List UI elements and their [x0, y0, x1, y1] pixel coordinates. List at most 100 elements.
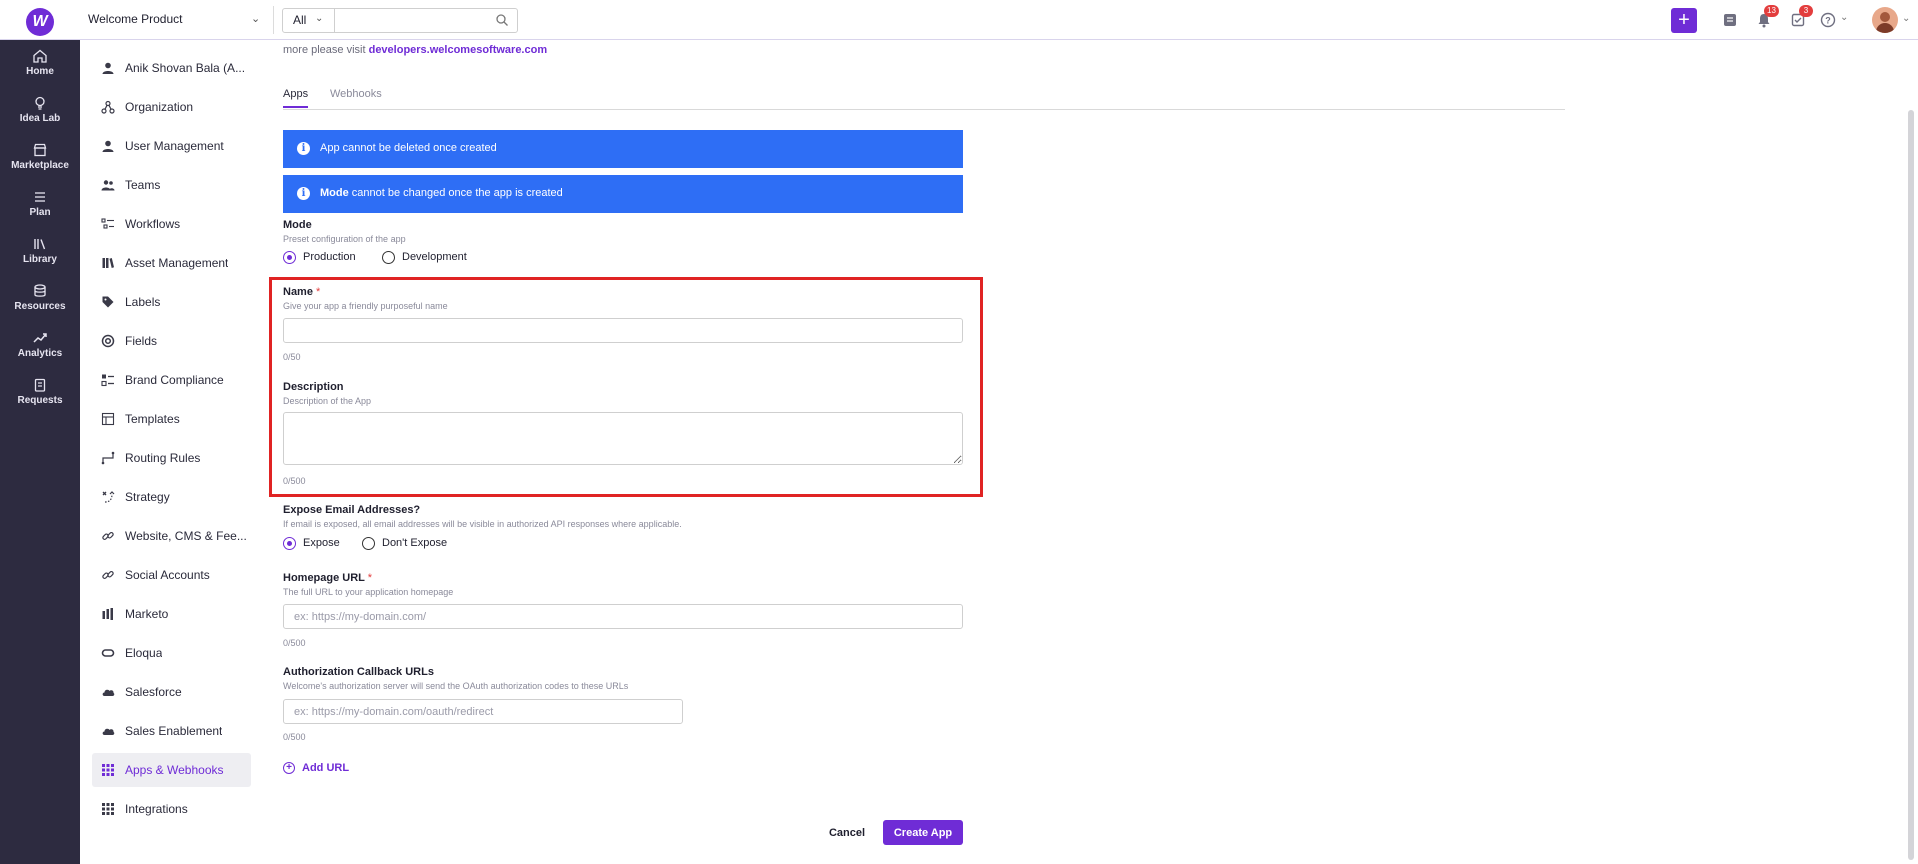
sidebar-item-label: Templates [125, 412, 180, 426]
sidebar-item-brand-compliance[interactable]: Brand Compliance [92, 363, 251, 397]
create-new-button[interactable]: + [1671, 8, 1697, 33]
create-app-button[interactable]: Create App [883, 820, 963, 845]
callback-url-input[interactable] [283, 699, 683, 724]
homepage-url-label-text: Homepage URL [283, 572, 365, 584]
sidebar-item-workflows[interactable]: Workflows [92, 207, 251, 241]
sidebar-item-fields[interactable]: Fields [92, 324, 251, 358]
tasks-badge: 3 [1799, 5, 1813, 17]
chevron-down-icon[interactable]: ⌄ [251, 12, 260, 25]
name-input[interactable] [283, 318, 963, 343]
sidebar-item-marketo[interactable]: Marketo [92, 597, 251, 631]
radio-dot [362, 537, 375, 550]
cancel-button[interactable]: Cancel [824, 820, 870, 845]
rail-item-marketplace[interactable]: Marketplace [0, 142, 80, 186]
intro-text: more please visit [283, 44, 369, 56]
page-scrollbar[interactable] [1908, 110, 1914, 860]
grid-icon [102, 803, 114, 815]
rail-label: Requests [17, 395, 63, 406]
help-icon[interactable]: ? [1819, 11, 1837, 29]
required-mark: * [316, 286, 321, 298]
search-input[interactable] [336, 9, 486, 32]
eloqua-icon [101, 649, 115, 657]
search-scope-value: All [293, 13, 307, 27]
sidebar-item-profile[interactable]: Anik Shovan Bala (A... [92, 51, 251, 85]
sidebar-item-asset-management[interactable]: Asset Management [92, 246, 251, 280]
chevron-down-icon[interactable]: ⌄ [1840, 12, 1848, 23]
sidebar-item-label: Website, CMS & Fee... [125, 529, 247, 543]
sidebar-item-organization[interactable]: Organization [92, 90, 251, 124]
rail-item-idea-lab[interactable]: Idea Lab [0, 95, 80, 139]
sidebar-item-apps-webhooks[interactable]: Apps & Webhooks [92, 753, 251, 787]
sidebar-item-sales-enablement[interactable]: Sales Enablement [92, 714, 251, 748]
developer-docs-link[interactable]: developers.welcomesoftware.com [369, 44, 548, 56]
sidebar-item-label: Social Accounts [125, 568, 210, 582]
tab-webhooks[interactable]: Webhooks [330, 88, 382, 106]
workspace-name[interactable]: Welcome Product [88, 12, 182, 26]
team-icon [101, 180, 115, 191]
tag-icon [102, 296, 114, 308]
sidebar-item-label: Anik Shovan Bala (A... [125, 61, 246, 75]
template-icon [101, 412, 115, 426]
sidebar-item-eloqua[interactable]: Eloqua [92, 636, 251, 670]
homepage-url-char-count: 0/500 [283, 638, 306, 648]
sidebar-item-social-accounts[interactable]: Social Accounts [92, 558, 251, 592]
sidebar-item-label: Salesforce [125, 685, 182, 699]
sidebar-item-integrations[interactable]: Integrations [92, 792, 251, 826]
mode-label: Mode [283, 219, 312, 231]
welcome-logo[interactable]: W [26, 8, 54, 36]
expose-email-help: If email is exposed, all email addresses… [283, 519, 682, 529]
lightbulb-icon [35, 96, 45, 110]
chevron-down-icon: ⌄ [315, 13, 324, 24]
callback-urls-label: Authorization Callback URLs [283, 666, 434, 678]
rail-item-analytics[interactable]: Analytics [0, 330, 80, 374]
callback-url-char-count: 0/500 [283, 732, 306, 742]
homepage-url-input[interactable] [283, 604, 963, 629]
tab-apps[interactable]: Apps [283, 88, 309, 108]
chevron-down-icon[interactable]: ⌄ [1902, 13, 1910, 24]
workflow-icon [101, 218, 114, 229]
global-search: All ⌄ [282, 8, 518, 33]
sidebar-item-label: Teams [125, 178, 161, 192]
sidebar-item-user-management[interactable]: User Management [92, 129, 251, 163]
search-scope-select[interactable]: All ⌄ [283, 9, 335, 32]
sidebar-item-routing-rules[interactable]: Routing Rules [92, 441, 251, 475]
callback-urls-help: Welcome's authorization server will send… [283, 681, 629, 691]
sidebar-item-label: Routing Rules [125, 451, 201, 465]
sidebar-item-salesforce[interactable]: Salesforce [92, 675, 251, 709]
sidebar-item-teams[interactable]: Teams [92, 168, 251, 202]
sidebar-item-label: Brand Compliance [125, 373, 224, 387]
target-icon [101, 334, 115, 348]
rail-item-plan[interactable]: Plan [0, 189, 80, 233]
rail-item-resources[interactable]: Resources [0, 283, 80, 327]
sidebar-item-strategy[interactable]: Strategy [92, 480, 251, 514]
alert-bold: Mode [320, 187, 349, 199]
required-mark: * [367, 572, 373, 584]
notifications-badge: 13 [1764, 5, 1779, 17]
sidebar-item-labels[interactable]: Labels [92, 285, 251, 319]
notes-icon[interactable] [1721, 11, 1739, 29]
info-icon: i [297, 187, 310, 200]
link-icon [102, 532, 114, 540]
rail-item-home[interactable]: Home [0, 48, 80, 92]
description-label: Description [283, 381, 344, 393]
rail-item-library[interactable]: Library [0, 236, 80, 280]
books-icon [102, 258, 114, 268]
info-alert-delete: i App cannot be deleted once created [283, 130, 963, 168]
top-bar: W Welcome Product ⌄ All ⌄ + 13 3 ? ⌄ ⌄ [0, 0, 1918, 40]
settings-sidebar: Anik Shovan Bala (A... Organization User… [80, 40, 264, 864]
description-textarea[interactable] [283, 412, 963, 465]
radio-dot [382, 251, 395, 264]
radio-dot [283, 251, 296, 264]
main-nav-rail: Home Idea Lab Marketplace Plan Library R… [0, 40, 80, 864]
sidebar-item-website-cms[interactable]: Website, CMS & Fee... [92, 519, 251, 553]
sidebar-item-label: Strategy [125, 490, 170, 504]
search-icon[interactable] [495, 13, 509, 27]
marketo-icon [102, 608, 113, 620]
sidebar-item-label: Sales Enablement [125, 724, 223, 738]
sidebar-item-label: Fields [125, 334, 158, 348]
radio-label: Production [303, 251, 356, 263]
avatar[interactable] [1872, 7, 1898, 33]
sidebar-item-templates[interactable]: Templates [92, 402, 251, 436]
homepage-url-help: The full URL to your application homepag… [283, 587, 454, 597]
rail-item-requests[interactable]: Requests [0, 377, 80, 421]
